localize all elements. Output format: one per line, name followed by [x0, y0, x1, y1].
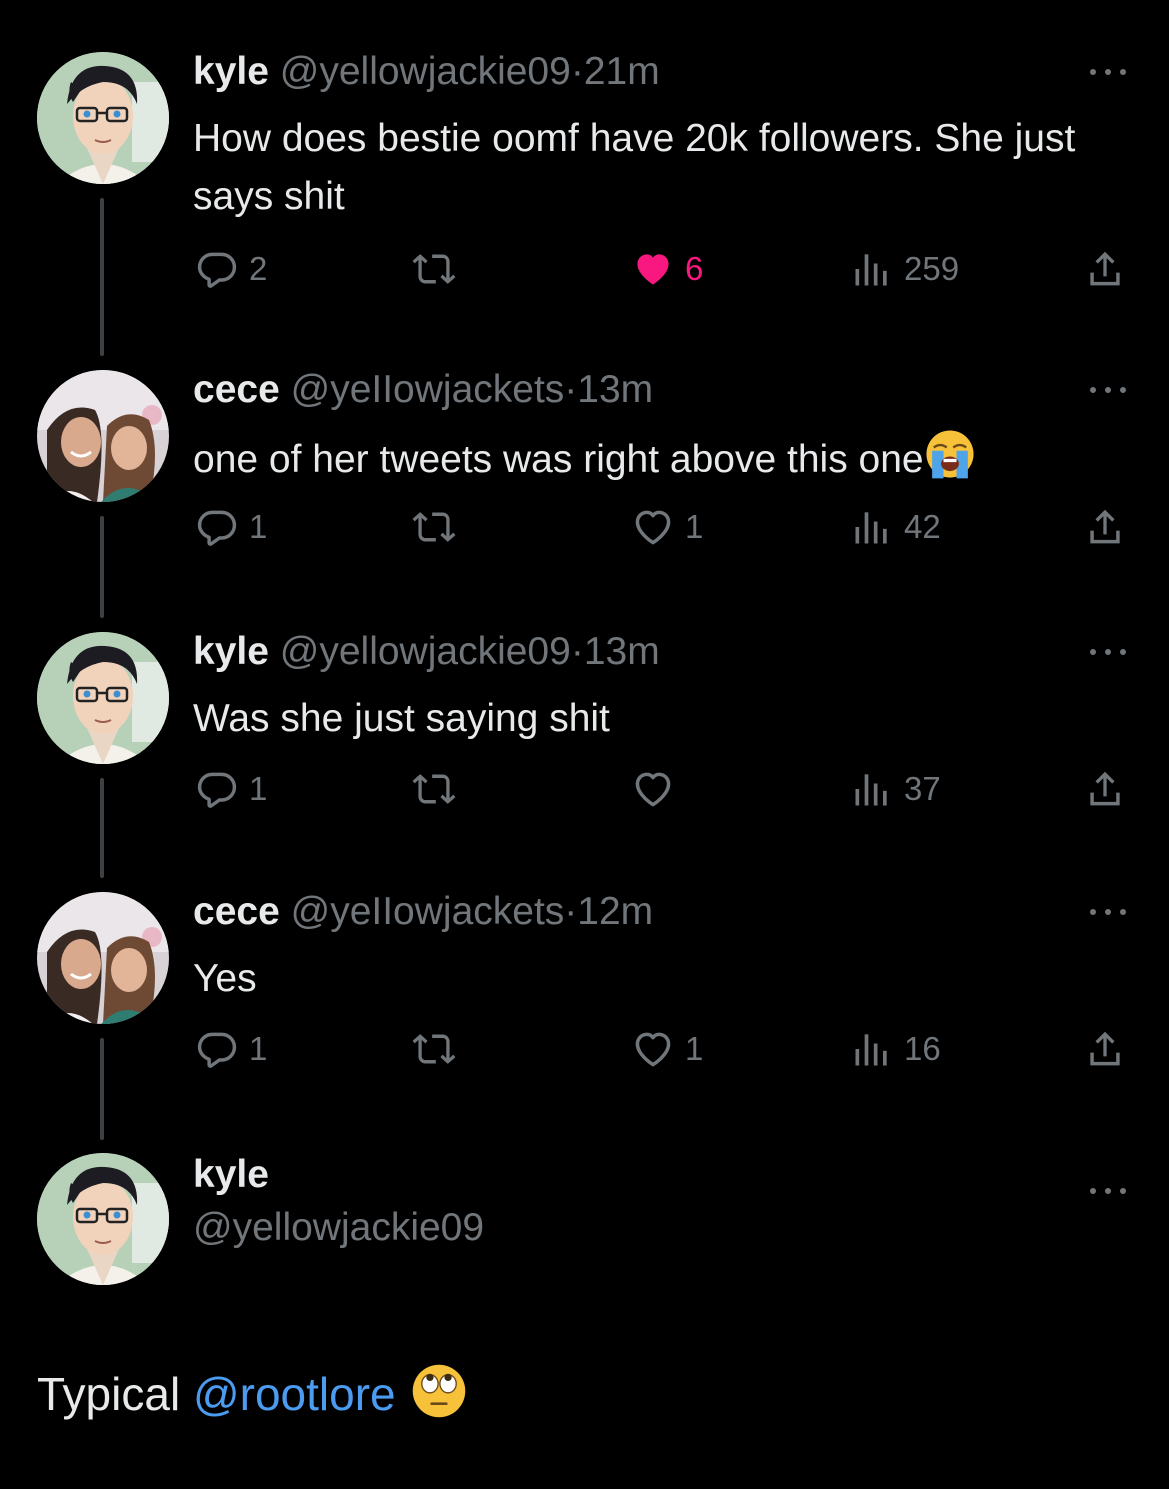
tweet-header: cece @yeIIowjackets·13m [193, 370, 653, 410]
tweet-header: kyle @yellowjackie09·13m [193, 632, 660, 672]
handle[interactable]: @yellowjackie09 [280, 50, 571, 93]
display-name[interactable]: cece [193, 890, 280, 933]
tweet-text: Was she just saying shit [193, 697, 610, 740]
handle[interactable]: @yellowjackie09 [193, 1208, 484, 1248]
timestamp[interactable]: 13m [577, 368, 653, 411]
views-button[interactable]: 37 [850, 764, 941, 814]
more-options-icon[interactable] [1086, 646, 1130, 658]
like-button[interactable]: 1 [631, 1024, 703, 1074]
share-icon [1083, 247, 1127, 291]
share-button[interactable] [1083, 1024, 1127, 1074]
like-button[interactable]: 1 [631, 502, 703, 552]
handle[interactable]: @yellowjackie09 [280, 630, 571, 673]
tweet-text: How does bestie oomf have 20k followers.… [193, 117, 1076, 218]
view-count: 42 [904, 508, 941, 545]
like-button[interactable] [631, 764, 685, 814]
views-icon [850, 767, 894, 811]
view-count: 259 [904, 250, 960, 287]
tweet-text-container: one of her tweets was right above this o… [193, 428, 1153, 489]
tweet-text: one of her tweets was right above this o… [193, 438, 924, 481]
share-button[interactable] [1083, 764, 1127, 814]
retweet-icon [412, 1027, 456, 1071]
reply-button[interactable]: 1 [195, 1024, 267, 1074]
retweet-button[interactable] [412, 764, 456, 814]
main-tweet-text: Typical @rootlore [37, 1362, 468, 1424]
more-options-icon[interactable] [1086, 66, 1130, 78]
reply-count: 1 [249, 508, 268, 545]
handle[interactable]: @yeIIowjackets [291, 890, 565, 933]
face-with-rolling-eyes-icon [410, 1362, 468, 1420]
like-count: 1 [685, 1030, 704, 1067]
share-button[interactable] [1083, 244, 1127, 294]
separator-dot: · [564, 890, 578, 933]
view-count: 37 [904, 770, 941, 807]
tweet-actions: 2 6 259 [0, 244, 1169, 294]
retweet-button[interactable] [412, 244, 456, 294]
separator-dot: · [570, 630, 584, 673]
tweet-header: cece @yeIIowjackets·12m [193, 892, 653, 932]
reply-count: 1 [249, 770, 268, 807]
timestamp[interactable]: 12m [577, 890, 653, 933]
avatar[interactable] [37, 1153, 169, 1285]
reply-icon [195, 767, 239, 811]
retweet-icon [412, 247, 456, 291]
views-button[interactable]: 259 [850, 244, 959, 294]
views-button[interactable]: 16 [850, 1024, 941, 1074]
retweet-button[interactable] [412, 502, 456, 552]
views-icon [850, 505, 894, 549]
tweet-actions: 1 1 42 [0, 502, 1169, 552]
share-icon [1083, 505, 1127, 549]
share-icon [1083, 767, 1127, 811]
views-button[interactable]: 42 [850, 502, 941, 552]
share-icon [1083, 1027, 1127, 1071]
avatar[interactable] [37, 52, 169, 184]
reply-count: 1 [249, 1030, 268, 1067]
retweet-icon [412, 505, 456, 549]
heart-icon [631, 505, 675, 549]
more-options-icon[interactable] [1086, 1185, 1130, 1197]
more-options-icon[interactable] [1086, 906, 1130, 918]
views-icon [850, 247, 894, 291]
tweet-header: kyle @yellowjackie09·21m [193, 52, 660, 92]
avatar[interactable] [37, 370, 169, 502]
heart-filled-icon [631, 247, 675, 291]
separator-dot: · [570, 50, 584, 93]
like-button[interactable]: 6 [631, 244, 703, 294]
views-icon [850, 1027, 894, 1071]
like-count: 6 [685, 250, 704, 287]
like-count: 1 [685, 508, 704, 545]
handle[interactable]: @yeIIowjackets [291, 368, 565, 411]
reply-button[interactable]: 2 [195, 244, 267, 294]
author-name-row: kyle [193, 1155, 269, 1195]
display-name[interactable]: kyle [193, 1153, 269, 1196]
reply-count: 2 [249, 250, 268, 287]
tweet-actions: 1 37 [0, 764, 1169, 814]
reply-icon [195, 505, 239, 549]
mention-link[interactable]: @rootlore [193, 1368, 396, 1420]
view-count: 16 [904, 1030, 941, 1067]
separator-dot: · [564, 368, 578, 411]
avatar[interactable] [37, 892, 169, 1024]
retweet-icon [412, 767, 456, 811]
display-name[interactable]: kyle [193, 630, 269, 673]
display-name[interactable]: cece [193, 368, 280, 411]
reply-button[interactable]: 1 [195, 502, 267, 552]
retweet-button[interactable] [412, 1024, 456, 1074]
reply-icon [195, 247, 239, 291]
avatar[interactable] [37, 632, 169, 764]
timestamp[interactable]: 13m [584, 630, 660, 673]
heart-icon [631, 767, 675, 811]
heart-icon [631, 1027, 675, 1071]
reply-icon [195, 1027, 239, 1071]
share-button[interactable] [1083, 502, 1127, 552]
timestamp[interactable]: 21m [584, 50, 660, 93]
loudly-crying-face-icon [924, 428, 976, 480]
tweet-text: Yes [193, 957, 257, 1000]
more-options-icon[interactable] [1086, 384, 1130, 396]
reply-button[interactable]: 1 [195, 764, 267, 814]
display-name[interactable]: kyle [193, 50, 269, 93]
main-tweet-prefix: Typical [37, 1368, 193, 1420]
tweet-actions: 1 1 16 [0, 1024, 1169, 1074]
